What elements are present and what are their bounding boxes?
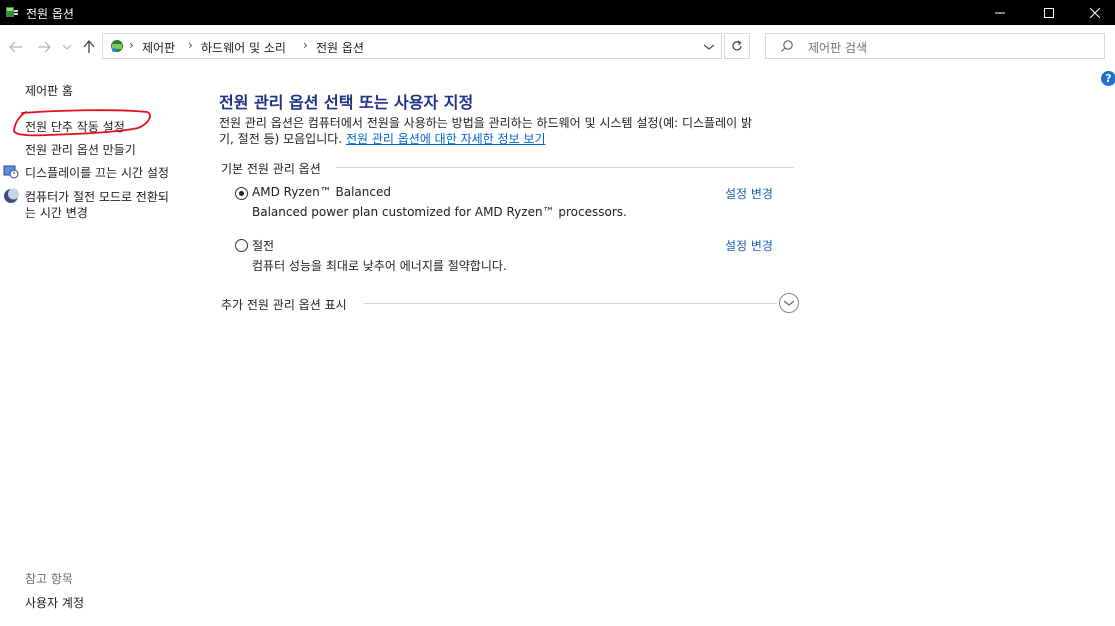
up-button[interactable]	[80, 37, 98, 57]
see-also-heading: 참고 항목	[25, 572, 73, 586]
turn-off-display-link[interactable]: 디스플레이를 끄는 시간 설정	[25, 164, 169, 181]
change-settings-link-balanced[interactable]: 설정 변경	[725, 185, 773, 202]
page-description: 전원 관리 옵션은 컴퓨터에서 전원을 사용하는 방법을 관리하는 하드웨어 및…	[219, 115, 799, 147]
address-dropdown-button[interactable]	[700, 38, 718, 56]
preferred-plans-heading: 기본 전원 관리 옵션	[221, 162, 321, 176]
arrow-up-icon	[83, 40, 95, 53]
divider	[336, 167, 794, 168]
page-title: 전원 관리 옵션 선택 또는 사용자 지정	[219, 93, 474, 112]
search-box[interactable]: 제어판 검색	[765, 33, 1105, 59]
plan-radio-balanced[interactable]	[235, 187, 248, 200]
chevron-down-icon	[63, 44, 71, 50]
sleep-timer-link-line1[interactable]: 컴퓨터가 절전 모드로 전환되	[25, 188, 169, 205]
recent-locations-button[interactable]	[60, 37, 74, 57]
plan-description-balanced: Balanced power plan customized for AMD R…	[252, 205, 627, 219]
arrow-left-icon	[9, 41, 22, 53]
control-panel-icon	[111, 40, 123, 52]
breadcrumb-separator: ›	[303, 38, 308, 52]
chevron-down-icon	[784, 300, 794, 306]
help-button[interactable]: ?	[1101, 71, 1115, 86]
plan-radio-power-saver[interactable]	[235, 239, 248, 252]
maximize-icon	[1044, 7, 1054, 18]
title-bar: 전원 옵션	[0, 0, 1115, 25]
plan-name-power-saver[interactable]: 절전	[252, 237, 274, 254]
breadcrumb-hardware-sound[interactable]: 하드웨어 및 소리	[201, 39, 286, 56]
minimize-icon	[995, 12, 1005, 13]
sleep-timer-link-line2[interactable]: 는 시간 변경	[25, 204, 88, 221]
close-button[interactable]	[1072, 0, 1115, 25]
minimize-button[interactable]	[977, 0, 1023, 25]
divider	[364, 303, 777, 304]
display-timer-icon	[3, 165, 19, 179]
user-accounts-link[interactable]: 사용자 계정	[25, 594, 84, 611]
forward-button[interactable]	[34, 37, 54, 57]
power-options-icon	[6, 7, 18, 17]
show-more-plans-label[interactable]: 추가 전원 관리 옵션 표시	[221, 296, 347, 313]
control-panel-home-link[interactable]: 제어판 홈	[25, 82, 73, 99]
description-text-line2: 기, 절전 등) 모음입니다.	[219, 132, 343, 146]
change-settings-link-power-saver[interactable]: 설정 변경	[725, 237, 773, 254]
search-icon	[781, 40, 793, 52]
expand-more-plans-button[interactable]	[779, 293, 799, 313]
refresh-button[interactable]	[724, 33, 750, 59]
chevron-down-icon	[704, 44, 714, 50]
breadcrumb-separator: ›	[188, 38, 193, 52]
sleep-moon-icon	[4, 188, 19, 203]
refresh-icon	[732, 40, 742, 51]
power-button-settings-link[interactable]: 전원 단추 작동 설정	[25, 118, 125, 135]
plan-name-balanced[interactable]: AMD Ryzen™ Balanced	[252, 185, 391, 199]
breadcrumb-control-panel[interactable]: 제어판	[142, 39, 175, 56]
navigation-bar: › 제어판 › 하드웨어 및 소리 › 전원 옵션 제어판 검색	[0, 25, 1115, 69]
question-icon: ?	[1105, 72, 1112, 85]
close-icon	[1090, 7, 1100, 18]
search-input[interactable]: 제어판 검색	[808, 39, 867, 56]
arrow-right-icon	[38, 41, 51, 53]
breadcrumb-power-options[interactable]: 전원 옵션	[316, 39, 364, 56]
maximize-button[interactable]	[1026, 0, 1072, 25]
more-info-link[interactable]: 전원 관리 옵션에 대한 자세한 정보 보기	[346, 132, 546, 146]
address-bar[interactable]: › 제어판 › 하드웨어 및 소리 › 전원 옵션	[102, 33, 722, 59]
plan-description-power-saver: 컴퓨터 성능을 최대로 낮추어 에너지를 절약합니다.	[252, 259, 507, 273]
back-button[interactable]	[6, 37, 26, 57]
breadcrumb-separator: ›	[129, 38, 134, 52]
create-power-plan-link[interactable]: 전원 관리 옵션 만들기	[25, 141, 136, 158]
description-text-line1: 전원 관리 옵션은 컴퓨터에서 전원을 사용하는 방법을 관리하는 하드웨어 및…	[219, 116, 753, 130]
window-title: 전원 옵션	[26, 7, 74, 21]
